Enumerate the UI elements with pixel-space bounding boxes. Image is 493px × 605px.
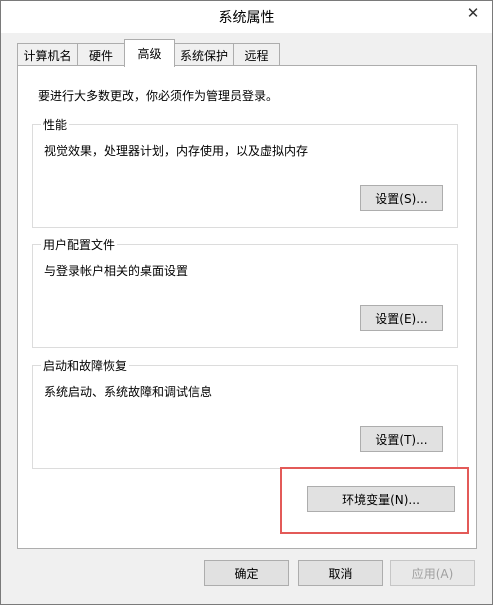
tab-system-protection[interactable]: 系统保护: [174, 43, 234, 66]
window-title: 系统属性: [218, 10, 275, 26]
user-profiles-group: 用户配置文件 与登录帐户相关的桌面设置 设置(E)...: [32, 236, 458, 348]
apply-button: 应用(A): [390, 560, 475, 586]
highlight-annotation: [280, 467, 469, 534]
tab-remote[interactable]: 远程: [233, 43, 280, 66]
user-profiles-settings-button[interactable]: 设置(E)...: [360, 305, 443, 331]
admin-notice: 要进行大多数更改，你必须作为管理员登录。: [38, 89, 279, 103]
tab-computer-name[interactable]: 计算机名: [17, 43, 78, 66]
user-profiles-group-title: 用户配置文件: [41, 236, 118, 253]
startup-recovery-desc: 系统启动、系统故障和调试信息: [44, 385, 213, 399]
ok-button[interactable]: 确定: [204, 560, 289, 586]
performance-group-title: 性能: [41, 116, 70, 133]
performance-settings-button[interactable]: 设置(S)...: [360, 185, 443, 211]
tab-hardware[interactable]: 硬件: [77, 43, 125, 66]
system-properties-window: 系统属性 ✕ 计算机名 硬件 高级 系统保护 远程 要进行大多数更改，你必须作为…: [0, 0, 493, 605]
startup-recovery-group-title: 启动和故障恢复: [41, 357, 130, 374]
performance-desc: 视觉效果，处理器计划，内存使用，以及虚拟内存: [44, 144, 309, 158]
user-profiles-desc: 与登录帐户相关的桌面设置: [44, 264, 189, 278]
close-icon[interactable]: ✕: [462, 3, 484, 23]
startup-recovery-group: 启动和故障恢复 系统启动、系统故障和调试信息 设置(T)...: [32, 357, 458, 469]
tab-advanced[interactable]: 高级: [124, 39, 175, 67]
performance-group: 性能 视觉效果，处理器计划，内存使用，以及虚拟内存 设置(S)...: [32, 116, 458, 228]
startup-recovery-settings-button[interactable]: 设置(T)...: [360, 426, 443, 452]
cancel-button[interactable]: 取消: [298, 560, 383, 586]
title-bar: 系统属性 ✕: [1, 1, 492, 33]
